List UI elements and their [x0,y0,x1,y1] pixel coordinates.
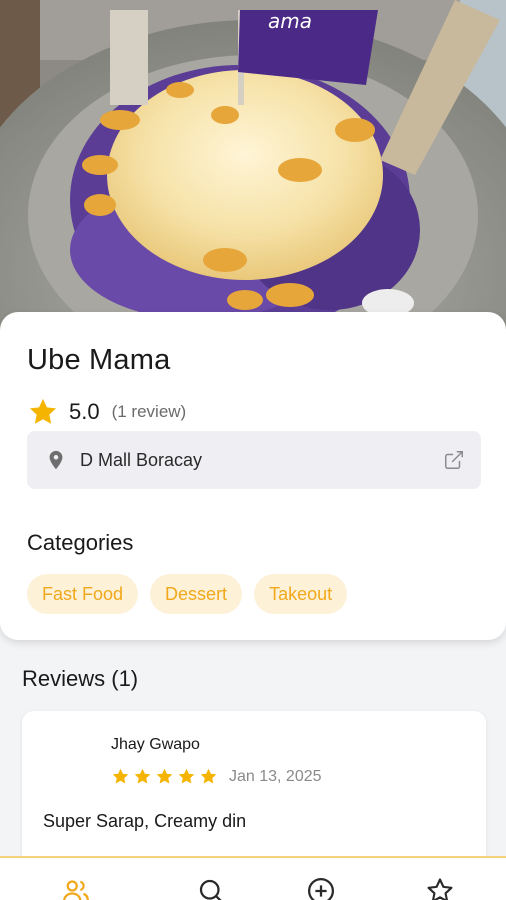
star-outline-icon [427,878,453,900]
plus-circle-icon [308,878,334,900]
reviewer-name: Jhay Gwapo [111,736,200,753]
nav-favorites[interactable] [425,876,455,900]
reviews-heading: Reviews (1) [22,666,139,691]
search-icon [199,879,222,900]
ube-dessert-image: ama [0,0,506,340]
location-text: D Mall Boracay [80,450,203,470]
review-count: (1 review) [111,402,187,421]
review-stars [111,767,218,786]
users-icon [63,880,89,900]
nav-add[interactable] [306,876,336,900]
rating-value: 5.0 [69,399,100,424]
star-icon [112,768,129,784]
category-chip[interactable]: Takeout [254,574,348,614]
map-pin-icon [49,450,63,470]
bottom-navigation [0,856,506,900]
place-info-card: Ube Mama 5.0 (1 review) D Mall Boracay C… [0,312,506,640]
star-icon [156,768,173,784]
category-chip[interactable]: Dessert [150,574,243,614]
nav-community[interactable] [61,876,91,900]
place-title: Ube Mama [27,344,171,376]
flag-text: ama [268,9,312,33]
category-chip[interactable]: Fast Food [27,574,139,614]
external-link-icon[interactable] [443,449,465,471]
place-detail-screen: ama Ube Mama 5.0 (1 review) D Mall Borac… [0,0,506,900]
categories-heading: Categories [27,530,134,555]
review-date: Jan 13, 2025 [229,768,322,785]
hero-photo: ama [0,0,506,340]
location-row[interactable]: D Mall Boracay [27,431,481,489]
star-icon [200,768,217,784]
star-icon [29,398,57,424]
nav-search[interactable] [196,876,226,900]
star-icon [178,768,195,784]
rating-summary: 5.0 (1 review) [27,396,186,428]
star-icon [134,768,151,784]
category-chips: Fast Food Dessert Takeout [27,574,348,614]
review-text: Super Sarap, Creamy din [43,811,247,831]
